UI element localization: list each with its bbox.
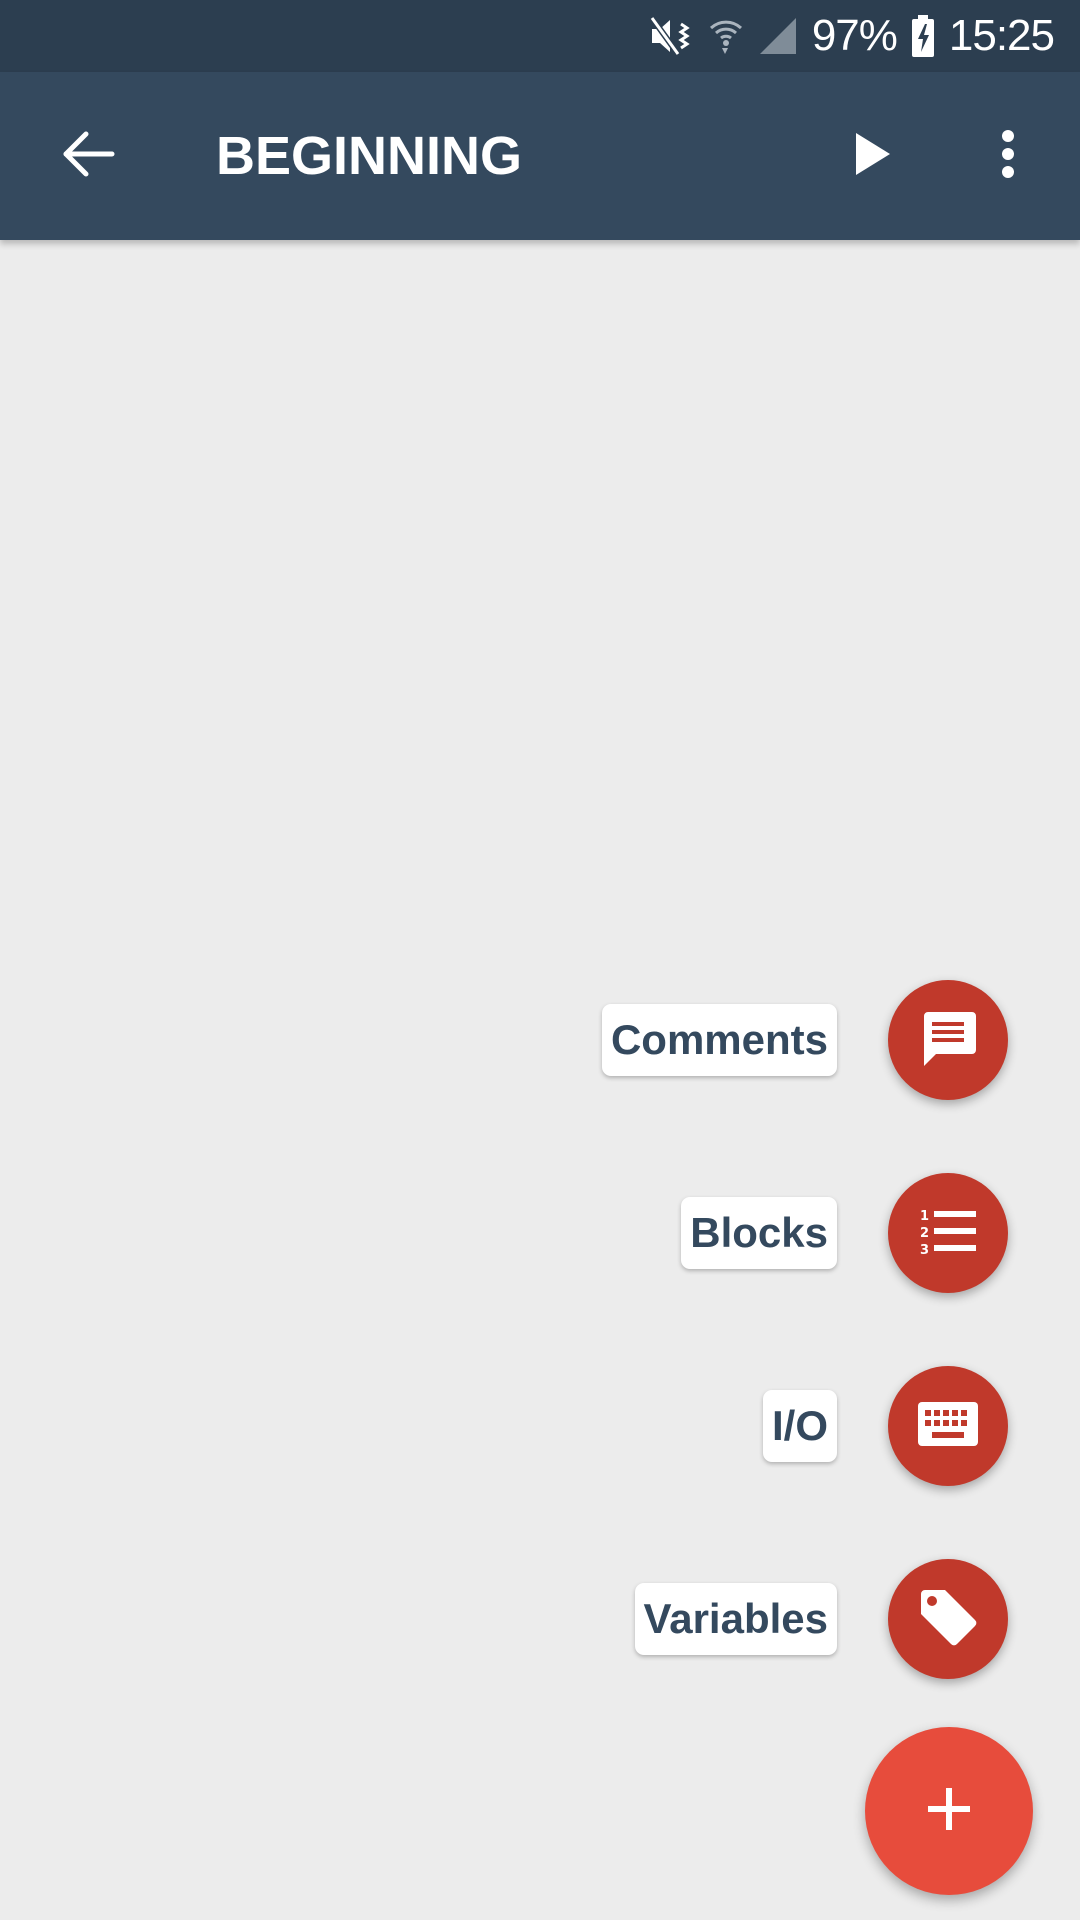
mute-vibrate-icon — [648, 14, 694, 58]
fab-menu-item-io: I/O — [0, 1366, 1080, 1486]
run-button[interactable] — [832, 116, 912, 196]
wifi-icon — [708, 14, 744, 58]
svg-text:3: 3 — [920, 1243, 929, 1256]
signal-icon — [758, 16, 798, 56]
svg-text:2: 2 — [920, 1226, 929, 1241]
fab-menu-item-variables: Variables — [0, 1559, 1080, 1679]
fab-menu-item-blocks: Blocks 1 2 3 — [0, 1173, 1080, 1293]
app-bar: BEGINNING — [0, 72, 1080, 240]
svg-text:1: 1 — [920, 1209, 929, 1224]
blocks-button[interactable]: 1 2 3 — [888, 1173, 1008, 1293]
io-button[interactable] — [888, 1366, 1008, 1486]
back-arrow-icon — [60, 130, 116, 183]
back-button[interactable] — [48, 116, 128, 196]
battery-charging-icon — [911, 14, 935, 58]
more-vert-icon — [1001, 129, 1015, 184]
plus-icon — [926, 1786, 972, 1837]
status-icons: 97% 15:25 — [648, 0, 1055, 72]
play-icon — [852, 131, 892, 182]
fab-label-comments[interactable]: Comments — [601, 1004, 837, 1076]
battery-percent: 97% — [811, 11, 898, 60]
fab-label-variables[interactable]: Variables — [634, 1583, 837, 1655]
variables-button[interactable] — [888, 1559, 1008, 1679]
keyboard-icon — [917, 1401, 979, 1452]
clock: 15:25 — [948, 11, 1055, 60]
more-options-button[interactable] — [968, 116, 1048, 196]
numbered-list-icon: 1 2 3 — [918, 1206, 978, 1261]
tag-icon — [917, 1586, 979, 1653]
page-title: BEGINNING — [216, 126, 523, 186]
fab-label-io[interactable]: I/O — [762, 1390, 837, 1462]
comment-icon — [918, 1008, 978, 1073]
fab-menu-item-comments: Comments — [0, 980, 1080, 1100]
add-fab-button[interactable] — [865, 1727, 1033, 1895]
comments-button[interactable] — [888, 980, 1008, 1100]
status-bar: 97% 15:25 — [0, 0, 1080, 72]
fab-label-blocks[interactable]: Blocks — [681, 1197, 837, 1269]
